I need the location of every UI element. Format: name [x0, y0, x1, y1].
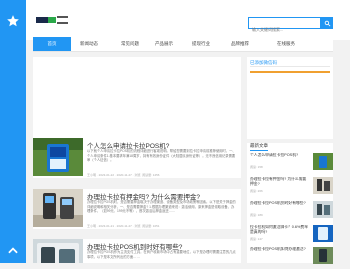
- latest-item-title[interactable]: 拉卡拉机如何激活绑卡？0.6%费率是真的吗?: [250, 225, 308, 235]
- pos-machine-thumbnail: [33, 239, 83, 263]
- left-sidebar: [0, 0, 26, 263]
- article-item[interactable]: 办理拉卡拉有押金吗? 为什么需要押金? 办理拉卡拉POS机时，是否需要押金取决于…: [33, 189, 241, 229]
- latest-item-thumbnail: [313, 153, 333, 170]
- search-input[interactable]: [249, 24, 320, 35]
- latest-item[interactable]: 办理拉卡拉有押金吗? 为什么需要押金? 阅读: 266: [250, 177, 333, 199]
- article-excerpt: 以下就个人申请拉卡拉POS机的流程详细进行客观说明。帮给您需要到拉卡拉申请前推荐…: [87, 149, 236, 163]
- pos-machine-thumbnail: [33, 138, 83, 176]
- latest-item-views: 阅读: 147: [250, 237, 263, 241]
- nav-item-brands[interactable]: 品牌推荐: [221, 37, 259, 51]
- search-box: [248, 17, 321, 35]
- nav-item-news[interactable]: 新闻动态: [70, 37, 108, 51]
- search-icon: [324, 20, 330, 26]
- latest-item-title[interactable]: 个人怎么申请拉卡拉POS机?: [250, 153, 308, 158]
- back-to-top-icon[interactable]: [6, 244, 20, 258]
- banner-area: [33, 57, 241, 139]
- wechat-card: 已添加微信码: [247, 57, 333, 139]
- latest-item-thumbnail: [313, 247, 333, 264]
- latest-item-title[interactable]: 办理拉卡拉POS机到时好有哪些?: [250, 201, 308, 206]
- nav-item-industry[interactable]: 提现行业: [182, 37, 220, 51]
- latest-item-views: 阅读: 158: [250, 165, 263, 169]
- title-underline: [250, 150, 268, 151]
- article-meta: 王小明 · 2023-01-21 · 2020-11-27 · 浏览: 阅读量:…: [87, 224, 160, 228]
- article-meta: 王小明 · 2023-01-22 · 2020-11-27 · 浏览: 阅读量:…: [87, 173, 160, 177]
- latest-item-title[interactable]: 办理拉卡拉有押金吗? 为什么需要押金?: [250, 177, 308, 187]
- site-logo[interactable]: [36, 14, 70, 28]
- article-excerpt: 办理拉卡拉POS机作为主流支付工具，在商户收款市场中占有重要地位，以下是办理时需…: [87, 250, 236, 259]
- accent-bar: [250, 71, 330, 73]
- latest-item-views: 阅读: 189: [250, 213, 263, 217]
- latest-item[interactable]: 个人怎么申请拉卡拉POS机? 阅读: 158: [250, 153, 333, 175]
- latest-item[interactable]: 拉卡拉机如何激活绑卡？0.6%费率是真的吗? 阅读: 147: [250, 225, 333, 247]
- pos-machine-thumbnail: [33, 189, 83, 227]
- search-button[interactable]: [321, 17, 333, 29]
- article-excerpt: 办理拉卡拉POS机时，是否需要押金取决于办理渠道、设备类型及市场政策等因素。以下…: [87, 200, 236, 214]
- latest-item-thumbnail: [313, 201, 333, 218]
- nav-item-products[interactable]: 产品展示: [145, 37, 183, 51]
- main-nav: 首页 新闻动态 常见问题 产品展示 提现行业 品牌推荐 在线服务: [33, 37, 333, 52]
- latest-item-views: 阅读: 266: [250, 189, 263, 193]
- latest-articles-panel: 最新文章 个人怎么申请拉卡拉POS机? 阅读: 158 办理拉卡拉有押金吗? 为…: [247, 143, 333, 264]
- latest-item[interactable]: 办理拉卡拉POS机如何办理激活?: [250, 247, 333, 269]
- article-item[interactable]: 办理拉卡拉POS机到时好有哪些? 办理拉卡拉POS机作为主流支付工具，在商户收款…: [33, 239, 241, 263]
- latest-articles-title: 最新文章: [250, 143, 268, 148]
- nav-item-service[interactable]: 在线服务: [267, 37, 305, 51]
- nav-item-faq[interactable]: 常见问题: [111, 37, 149, 51]
- divider: [250, 66, 330, 67]
- latest-item[interactable]: 办理拉卡拉POS机到时好有哪些? 阅读: 189: [250, 201, 333, 223]
- nav-item-home[interactable]: 首页: [33, 37, 71, 51]
- star-icon[interactable]: [6, 14, 20, 28]
- latest-item-thumbnail: [313, 225, 333, 242]
- article-item[interactable]: 个人怎么申请拉卡拉POS机? 以下就个人申请拉卡拉POS机的流程详细进行客观说明…: [33, 138, 241, 178]
- latest-item-thumbnail: [313, 177, 333, 194]
- latest-item-title[interactable]: 办理拉卡拉POS机如何办理激活?: [250, 247, 308, 252]
